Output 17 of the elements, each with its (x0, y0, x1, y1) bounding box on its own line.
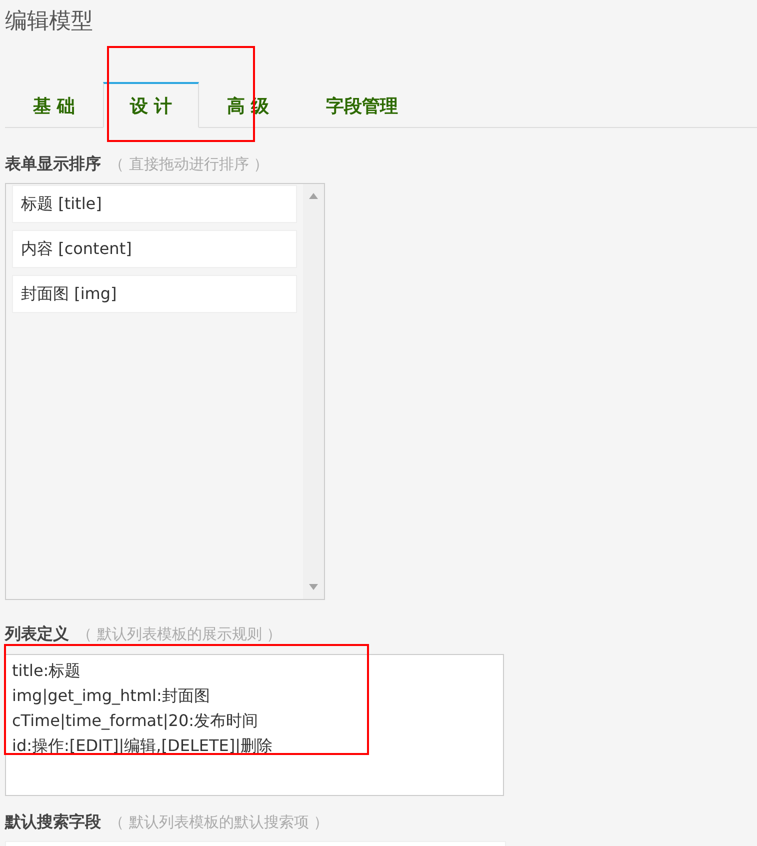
section-label: 列表定义 (5, 624, 69, 644)
scrollbar[interactable] (303, 184, 324, 599)
section-hint: （ 默认列表模板的默认搜索项 ） (109, 812, 329, 832)
section-hint: （ 直接拖动进行排序 ） (109, 154, 269, 174)
section-label: 表单显示排序 (5, 154, 101, 174)
scroll-down-icon[interactable] (309, 584, 318, 590)
scroll-up-icon[interactable] (309, 193, 318, 199)
section-hint: （ 默认列表模板的展示规则 ） (77, 624, 282, 644)
section-label: 默认搜索字段 (5, 812, 101, 832)
sortable-item[interactable]: 封面图 [img] (12, 275, 297, 313)
tab[interactable]: 字段管理 (297, 82, 427, 128)
sortable-item[interactable]: 标题 [title] (12, 185, 297, 223)
tab[interactable]: 基 础 (5, 82, 103, 128)
page-title: 编辑模型 (4, 8, 94, 36)
sortable-item[interactable]: 内容 [content] (12, 230, 297, 268)
list-definition-field[interactable]: title:标题 img|get_img_html:封面图 cTime|time_format|20:发布时间 id:操作:[EDIT]|编辑,[DELETE]|删除 (5, 654, 504, 796)
tab[interactable]: 设 计 (103, 82, 199, 128)
